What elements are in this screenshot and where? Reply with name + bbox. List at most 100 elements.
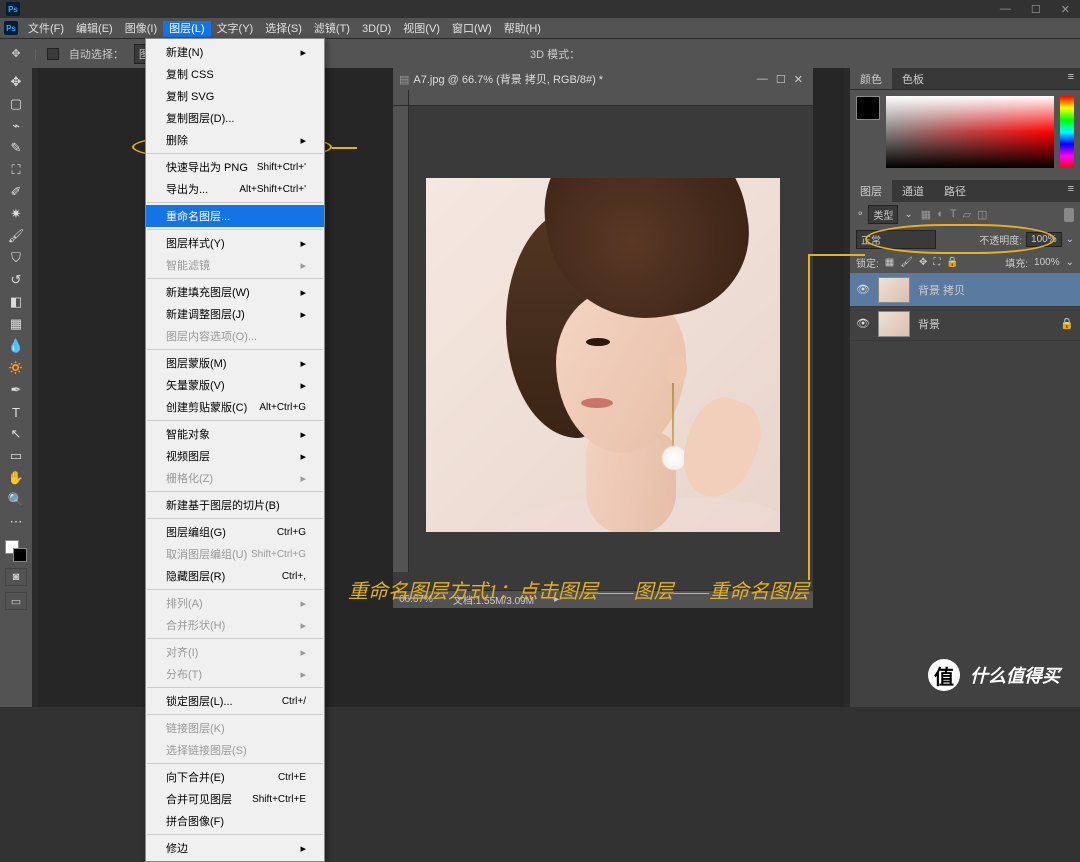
menu-item-1[interactable]: 编辑(E) — [70, 21, 119, 37]
color-field[interactable] — [886, 96, 1054, 168]
menu-item[interactable]: 合并可见图层Shift+Ctrl+E — [146, 788, 324, 810]
canvas-image[interactable] — [426, 178, 780, 532]
history-brush-tool[interactable]: ↺ — [4, 270, 28, 290]
visibility-toggle[interactable]: 👁 — [856, 283, 870, 297]
auto-select-checkbox[interactable] — [47, 48, 59, 60]
opacity-input[interactable]: 100% — [1026, 232, 1062, 247]
menu-item[interactable]: 新建基于图层的切片(B) — [146, 494, 324, 516]
menu-item[interactable]: 重命名图层... — [146, 205, 324, 227]
menu-item[interactable]: 新建填充图层(W)▸ — [146, 281, 324, 303]
menu-item[interactable]: 拼合图像(F) — [146, 810, 324, 832]
doc-menu-icon[interactable]: ▤ — [399, 73, 409, 86]
shape-tool[interactable]: ▭ — [4, 446, 28, 466]
tab-paths[interactable]: 路径 — [934, 180, 976, 202]
layer-thumbnail[interactable] — [878, 277, 910, 303]
document-canvas[interactable] — [393, 90, 813, 590]
menu-item-0[interactable]: 文件(F) — [22, 21, 70, 37]
minimize-button[interactable]: — — [996, 3, 1015, 16]
filter-smart-icon[interactable]: ◫ — [977, 208, 987, 221]
menu-item-6[interactable]: 滤镜(T) — [308, 21, 356, 37]
screen-mode-toggle[interactable]: ▭ — [5, 592, 27, 610]
menu-item[interactable]: 新建(N)▸ — [146, 41, 324, 63]
filter-toggle[interactable] — [1064, 208, 1074, 222]
layer-thumbnail[interactable] — [878, 311, 910, 337]
menu-item-2[interactable]: 图像(I) — [119, 21, 163, 37]
menu-item[interactable]: 导出为...Alt+Shift+Ctrl+' — [146, 178, 324, 200]
lasso-tool[interactable]: ⌁ — [4, 116, 28, 136]
quick-mask-toggle[interactable]: ◙ — [5, 568, 27, 586]
menu-item[interactable]: 删除▸ — [146, 129, 324, 151]
menu-item[interactable]: 视频图层▸ — [146, 445, 324, 467]
quick-select-tool[interactable]: ✎ — [4, 138, 28, 158]
menu-item[interactable]: 复制 CSS — [146, 63, 324, 85]
hand-tool[interactable]: ✋ — [4, 468, 28, 488]
menu-item[interactable]: 隐藏图层(R)Ctrl+, — [146, 565, 324, 587]
menu-item[interactable]: 创建剪贴蒙版(C)Alt+Ctrl+G — [146, 396, 324, 418]
edit-toolbar[interactable]: ⋯ — [4, 512, 28, 532]
ruler-vertical[interactable] — [393, 106, 409, 572]
menu-item-9[interactable]: 窗口(W) — [446, 21, 498, 37]
move-tool[interactable]: ✥ — [4, 72, 28, 92]
menu-item-3[interactable]: 图层(L) — [163, 21, 210, 37]
menu-item[interactable]: 复制 SVG — [146, 85, 324, 107]
tab-channels[interactable]: 通道 — [892, 180, 934, 202]
fill-input[interactable]: 100% — [1034, 257, 1060, 268]
menu-item-8[interactable]: 视图(V) — [397, 21, 446, 37]
filter-type-icon[interactable]: T — [950, 208, 957, 221]
pen-tool[interactable]: ✒ — [4, 380, 28, 400]
menu-item[interactable]: 复制图层(D)... — [146, 107, 324, 129]
layer-name[interactable]: 背景 — [918, 316, 940, 332]
menu-item[interactable]: 图层编组(G)Ctrl+G — [146, 521, 324, 543]
layers-panel-menu[interactable]: ≡ — [1062, 180, 1080, 202]
marquee-tool[interactable]: ▢ — [4, 94, 28, 114]
menu-item-4[interactable]: 文字(Y) — [211, 21, 260, 37]
tab-color[interactable]: 颜色 — [850, 68, 892, 89]
brush-tool[interactable]: 🖌 — [4, 226, 28, 246]
document-titlebar[interactable]: ▤ A7.jpg @ 66.7% (背景 拷贝, RGB/8#) * — ☐ ✕ — [393, 68, 813, 90]
blur-tool[interactable]: 💧 — [4, 336, 28, 356]
doc-maximize-button[interactable]: ☐ — [772, 73, 790, 86]
tab-swatches[interactable]: 色板 — [892, 68, 934, 89]
menu-item[interactable]: 向下合并(E)Ctrl+E — [146, 766, 324, 788]
menu-item[interactable]: 修边▸ — [146, 837, 324, 859]
menu-item[interactable]: 矢量蒙版(V)▸ — [146, 374, 324, 396]
ruler-horizontal[interactable] — [409, 90, 813, 106]
filter-pixel-icon[interactable]: ▦ — [921, 208, 931, 221]
lock-position-icon[interactable]: ✥ — [919, 257, 927, 268]
path-select-tool[interactable]: ↖ — [4, 424, 28, 444]
eyedropper-tool[interactable]: ✐ — [4, 182, 28, 202]
lock-all-icon[interactable]: 🔒 — [946, 257, 958, 268]
close-button[interactable]: ✕ — [1057, 3, 1074, 16]
eraser-tool[interactable]: ◧ — [4, 292, 28, 312]
lock-transparent-icon[interactable]: ▦ — [885, 257, 894, 268]
menu-item[interactable]: 图层样式(Y)▸ — [146, 232, 324, 254]
filter-shape-icon[interactable]: ▱ — [963, 208, 971, 221]
color-panel-menu[interactable]: ≡ — [1062, 68, 1080, 89]
blend-mode-dropdown[interactable]: 正常 — [856, 230, 936, 249]
heal-tool[interactable]: ✷ — [4, 204, 28, 224]
layer-row[interactable]: 👁背景🔒 — [850, 307, 1080, 341]
layer-name[interactable]: 背景 拷贝 — [918, 282, 965, 298]
type-tool[interactable]: T — [4, 402, 28, 422]
visibility-toggle[interactable]: 👁 — [856, 317, 870, 331]
menu-item[interactable]: 图层蒙版(M)▸ — [146, 352, 324, 374]
filter-adjust-icon[interactable]: ◐ — [937, 208, 944, 221]
lock-artboard-icon[interactable]: ⛶ — [933, 257, 940, 268]
menu-item-7[interactable]: 3D(D) — [356, 21, 397, 37]
dodge-tool[interactable]: 🔅 — [4, 358, 28, 378]
doc-close-button[interactable]: ✕ — [790, 73, 807, 86]
gradient-tool[interactable]: ▦ — [4, 314, 28, 334]
menu-item[interactable]: 锁定图层(L)...Ctrl+/ — [146, 690, 324, 712]
tab-layers[interactable]: 图层 — [850, 180, 892, 202]
foreground-color[interactable] — [856, 96, 880, 120]
crop-tool[interactable]: ⛶ — [4, 160, 28, 180]
menu-item-5[interactable]: 选择(S) — [259, 21, 308, 37]
color-swatches[interactable] — [5, 540, 27, 562]
maximize-button[interactable]: ☐ — [1027, 3, 1045, 16]
hue-slider[interactable] — [1060, 96, 1074, 168]
doc-minimize-button[interactable]: — — [753, 73, 772, 85]
layer-row[interactable]: 👁 背景 拷贝 — [850, 273, 1080, 307]
filter-kind-dropdown[interactable]: 类型 — [868, 205, 898, 224]
stamp-tool[interactable]: ⛉ — [4, 248, 28, 268]
menu-item[interactable]: 新建调整图层(J)▸ — [146, 303, 324, 325]
